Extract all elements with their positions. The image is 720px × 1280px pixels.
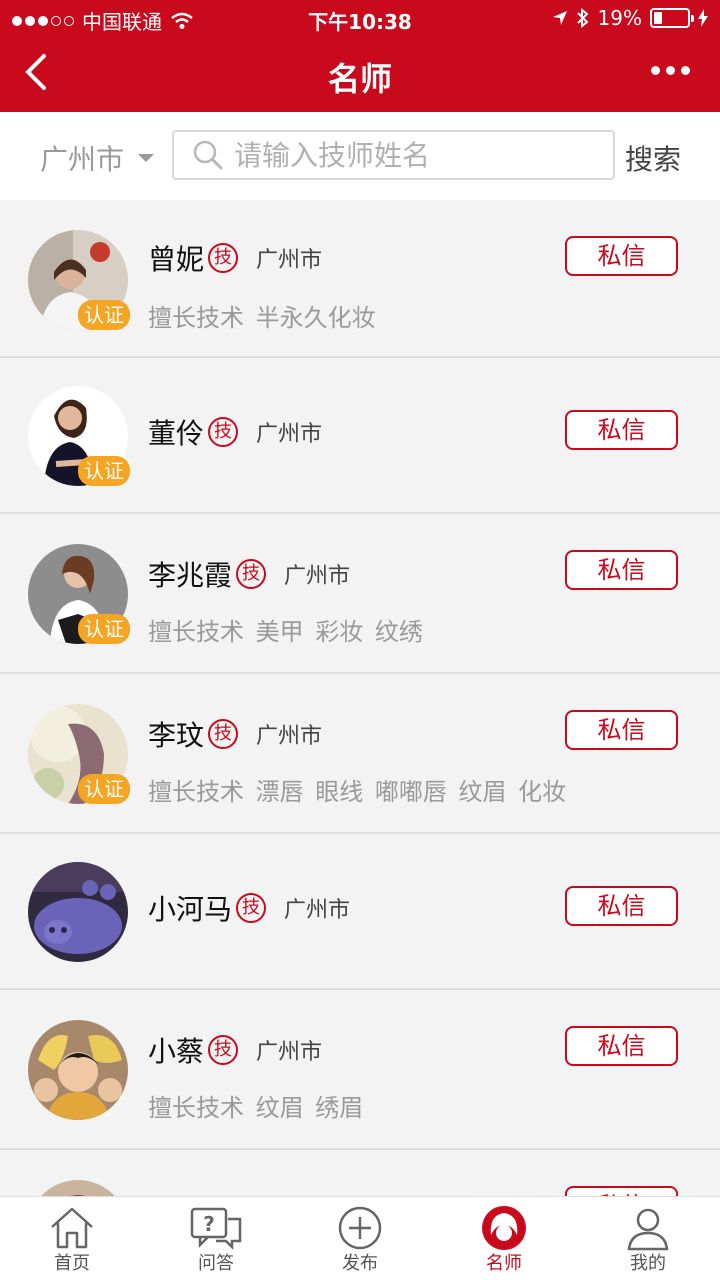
top-bar: 中国联通 下午10:38 19% 名师 (0, 0, 720, 112)
search-icon (193, 140, 223, 170)
master-skills: 擅长技术 半永久化妆 (148, 304, 376, 332)
master-item[interactable]: 小河马 技 广州市 私信 (0, 834, 720, 990)
avatar[interactable] (28, 1020, 128, 1120)
bluetooth-icon (576, 8, 589, 28)
message-button[interactable]: 私信 (565, 550, 678, 590)
tab-master[interactable]: 名师 (432, 1197, 576, 1280)
message-button[interactable]: 私信 (565, 1026, 678, 1066)
battery-percent: 19% (597, 6, 642, 30)
avatar[interactable] (28, 862, 128, 962)
master-name-line: 李兆霞 技 广州市 (148, 554, 350, 594)
more-button[interactable] (651, 66, 690, 75)
message-button[interactable]: 私信 (565, 1186, 678, 1196)
publish-icon (338, 1206, 382, 1250)
master-city: 广州市 (256, 248, 323, 273)
master-skills: 擅长技术 漂唇 眼线 嘟嘟唇 纹眉 化妆 (148, 778, 567, 806)
tab-publish[interactable]: 发布 (288, 1197, 432, 1280)
tab-profile[interactable]: 我的 (576, 1197, 720, 1280)
message-button[interactable]: 私信 (565, 236, 678, 276)
tab-bar: 首页 ? 问答 发布 名师 我的 (0, 1196, 720, 1280)
message-button[interactable]: 私信 (565, 410, 678, 450)
tab-label: 问答 (198, 1253, 234, 1274)
master-item[interactable]: 认证 曾妮 技 广州市 擅长技术 半永久化妆 私信 (0, 200, 720, 358)
master-name: 小蔡 (148, 1035, 205, 1068)
technician-badge: 技 (208, 719, 239, 749)
master-skills: 擅长技术 美甲 彩妆 纹绣 (148, 618, 423, 646)
certified-badge: 认证 (78, 614, 130, 644)
search-box[interactable] (172, 130, 615, 180)
master-city: 广州市 (284, 898, 351, 923)
technician-badge: 技 (208, 417, 239, 447)
message-button[interactable]: 私信 (565, 886, 678, 926)
search-input[interactable] (234, 138, 604, 172)
tab-qa[interactable]: ? 问答 (144, 1197, 288, 1280)
master-name: 小河马 (148, 893, 233, 926)
master-item-partial[interactable]: 私信 (0, 1150, 720, 1196)
message-button[interactable]: 私信 (565, 710, 678, 750)
master-item[interactable]: 认证 李兆霞 技 广州市 擅长技术 美甲 彩妆 纹绣 私信 (0, 514, 720, 674)
master-skills: 擅长技术 纹眉 绣眉 (148, 1094, 364, 1122)
master-item[interactable]: 认证 李玟 技 广州市 擅长技术 漂唇 眼线 嘟嘟唇 纹眉 化妆 私信 (0, 674, 720, 834)
city-select[interactable]: 广州市 (40, 138, 155, 178)
tab-label: 名师 (486, 1253, 522, 1274)
technician-badge: 技 (208, 243, 239, 273)
avatar[interactable] (28, 1180, 128, 1196)
charging-icon (698, 9, 708, 27)
status-bar: 中国联通 下午10:38 19% (0, 0, 720, 36)
caret-down-icon (138, 154, 155, 162)
master-name-line: 董伶 技 广州市 (148, 412, 322, 452)
home-icon (51, 1207, 93, 1249)
master-city: 广州市 (256, 1040, 323, 1065)
tab-home[interactable]: 首页 (0, 1197, 144, 1280)
certified-badge: 认证 (78, 456, 130, 486)
master-name-line: 李玟 技 广州市 (148, 714, 322, 754)
master-item[interactable]: 认证 董伶 技 广州市 私信 (0, 358, 720, 514)
tab-label: 我的 (630, 1253, 666, 1274)
location-arrow-icon (552, 11, 567, 25)
master-name-line: 曾妮 技 广州市 (148, 238, 322, 278)
page-title: 名师 (327, 60, 392, 98)
search-bar: 广州市 搜索 (0, 112, 720, 200)
city-select-label: 广州市 (40, 143, 125, 176)
technician-badge: 技 (236, 893, 267, 923)
tab-label: 首页 (54, 1253, 90, 1274)
qa-icon: ? (190, 1207, 242, 1251)
master-name-line: 小蔡 技 广州市 (148, 1030, 322, 1070)
search-button[interactable]: 搜索 (625, 138, 681, 178)
master-name: 李兆霞 (148, 559, 233, 592)
master-list: 认证 曾妮 技 广州市 擅长技术 半永久化妆 私信 认证 董伶 技 广州市 私信 (0, 200, 720, 1196)
svg-text:?: ? (203, 1212, 215, 1236)
master-city: 广州市 (256, 422, 323, 447)
master-city: 广州市 (256, 724, 323, 749)
master-name: 李玟 (148, 719, 205, 752)
battery-icon (650, 8, 694, 28)
certified-badge: 认证 (78, 300, 130, 330)
technician-badge: 技 (236, 559, 267, 589)
master-city: 广州市 (284, 564, 351, 589)
tab-label: 发布 (342, 1253, 378, 1274)
master-name: 曾妮 (148, 243, 205, 276)
master-icon (482, 1206, 526, 1250)
profile-icon (627, 1208, 669, 1251)
certified-badge: 认证 (78, 774, 130, 804)
nav-bar: 名师 (0, 36, 720, 112)
technician-badge: 技 (208, 1035, 239, 1065)
master-item[interactable]: 小蔡 技 广州市 擅长技术 纹眉 绣眉 私信 (0, 990, 720, 1150)
master-name-line: 小河马 技 广州市 (148, 888, 350, 928)
master-name: 董伶 (148, 417, 205, 450)
